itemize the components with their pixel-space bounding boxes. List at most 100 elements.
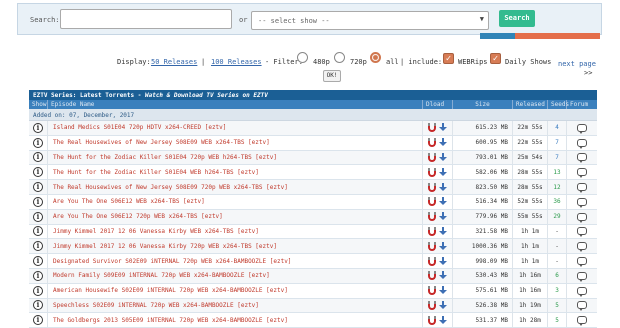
comment-icon[interactable]	[577, 153, 587, 164]
daily-shows-checkbox[interactable]: ✓	[490, 53, 501, 64]
info-icon[interactable]: i	[33, 256, 43, 267]
episode-name-link[interactable]: The Hunt for the Zodiac Killer S01E04 WE…	[48, 165, 423, 180]
radio-all[interactable]	[370, 52, 381, 63]
episode-name-link[interactable]: The Hunt for the Zodiac Killer S01E04 72…	[48, 150, 423, 165]
download-cell	[423, 135, 453, 150]
info-icon[interactable]: i	[33, 182, 43, 193]
webrips-checkbox[interactable]: ✓	[443, 53, 454, 64]
info-icon[interactable]: i	[33, 241, 43, 252]
released-cell: 55m 55s	[513, 209, 548, 224]
info-icon[interactable]: i	[33, 315, 43, 326]
res-720-label: 720p	[350, 58, 367, 66]
info-icon[interactable]: i	[33, 300, 43, 311]
header-seeds[interactable]: Seeds	[548, 100, 569, 109]
magnet-icon[interactable]	[428, 226, 436, 236]
magnet-icon[interactable]	[428, 315, 436, 325]
info-icon[interactable]: i	[33, 137, 43, 148]
download-icon[interactable]	[439, 226, 447, 236]
episode-name-link[interactable]: American Housewife S02E09 iNTERNAL 720p …	[48, 283, 423, 298]
show-select[interactable]: -- select show -- ▼	[251, 11, 489, 30]
episode-name-link[interactable]: Are You The One S06E12 WEB x264-TBS [ezt…	[48, 194, 423, 209]
episode-name-link[interactable]: The Real Housewives of New Jersey S08E09…	[48, 180, 423, 194]
episode-name-link[interactable]: Speechless S02E09 iNTERNAL 720p WEB x264…	[48, 298, 423, 313]
download-icon[interactable]	[439, 300, 447, 310]
magnet-icon[interactable]	[428, 286, 436, 296]
info-icon[interactable]: i	[33, 152, 43, 163]
show-select-value: -- select show --	[258, 17, 330, 25]
episode-name-link[interactable]: Designated Survivor S02E09 iNTERNAL 720p…	[48, 254, 423, 268]
display-100-link[interactable]: 100 Releases	[211, 58, 262, 66]
comment-icon[interactable]	[577, 212, 587, 223]
episode-name-link[interactable]: Are You The One S06E12 720p WEB x264-TBS…	[48, 209, 423, 224]
magnet-icon[interactable]	[428, 241, 436, 251]
info-icon[interactable]: i	[33, 196, 43, 207]
comment-icon[interactable]	[577, 316, 587, 327]
comment-icon[interactable]	[577, 257, 587, 268]
display-label: Display:	[117, 58, 151, 66]
download-icon[interactable]	[439, 241, 447, 251]
comment-icon[interactable]	[577, 242, 587, 253]
radio-720p[interactable]	[334, 52, 345, 63]
comment-icon[interactable]	[577, 183, 587, 194]
episode-name-link[interactable]: The Goldbergs 2013 S05E09 iNTERNAL 720p …	[48, 313, 423, 328]
header-released[interactable]: Released	[513, 100, 548, 109]
comment-icon[interactable]	[577, 271, 587, 282]
download-icon[interactable]	[439, 138, 447, 147]
comment-icon[interactable]	[577, 197, 587, 208]
tab-strip-secondary[interactable]	[515, 33, 600, 39]
magnet-icon[interactable]	[428, 256, 436, 266]
next-page-link[interactable]: next page	[558, 60, 596, 68]
download-icon[interactable]	[439, 152, 447, 162]
header-size[interactable]: Size	[453, 100, 513, 109]
radio-480p[interactable]	[297, 52, 308, 63]
magnet-icon[interactable]	[428, 212, 436, 222]
search-button[interactable]: Search	[499, 10, 535, 27]
magnet-icon[interactable]	[428, 182, 436, 192]
magnet-icon[interactable]	[428, 197, 436, 207]
magnet-icon[interactable]	[428, 167, 436, 177]
episode-name-link[interactable]: Jimmy Kimmel 2017 12 06 Vanessa Kirby WE…	[48, 224, 423, 239]
episode-name-link[interactable]: Island Medics S01E04 720p HDTV x264-CREE…	[48, 121, 423, 135]
episode-name-link[interactable]: Modern Family S09E09 iNTERNAL 720p WEB x…	[48, 268, 423, 283]
magnet-icon[interactable]	[428, 152, 436, 162]
magnet-icon[interactable]	[428, 271, 436, 281]
download-icon[interactable]	[439, 315, 447, 325]
info-icon[interactable]: i	[33, 285, 43, 296]
download-icon[interactable]	[439, 271, 447, 280]
display-50-link[interactable]: 50 Releases	[151, 58, 197, 66]
info-icon[interactable]: i	[33, 167, 43, 178]
download-icon[interactable]	[439, 197, 447, 206]
size-cell: 531.37 MB	[453, 313, 513, 328]
comment-icon[interactable]	[577, 138, 587, 149]
info-icon[interactable]: i	[33, 270, 43, 281]
next-arrows[interactable]: >>	[584, 69, 592, 77]
ok-button[interactable]: OK!	[323, 70, 341, 82]
episode-name-link[interactable]: Jimmy Kimmel 2017 12 06 Vanessa Kirby 72…	[48, 239, 423, 254]
download-icon[interactable]	[439, 256, 447, 266]
magnet-icon[interactable]	[428, 123, 436, 133]
download-icon[interactable]	[439, 212, 447, 221]
info-icon[interactable]: i	[33, 226, 43, 237]
header-name[interactable]: Episode Name	[48, 100, 423, 109]
magnet-icon[interactable]	[428, 138, 436, 148]
show-cell: i	[29, 180, 48, 194]
seeds-cell: 7	[548, 135, 567, 150]
comment-icon[interactable]	[577, 168, 587, 179]
episode-name-link[interactable]: The Real Housewives of New Jersey S08E09…	[48, 135, 423, 150]
search-input[interactable]	[60, 9, 232, 29]
download-icon[interactable]	[439, 182, 447, 192]
comment-icon[interactable]	[577, 227, 587, 238]
magnet-icon[interactable]	[428, 300, 436, 310]
download-icon[interactable]	[439, 167, 447, 177]
info-icon[interactable]: i	[33, 122, 43, 133]
header-show[interactable]: Show	[29, 100, 48, 109]
info-icon[interactable]: i	[33, 211, 43, 222]
seeds-cell: 5	[548, 298, 567, 313]
seeds-cell: 4	[548, 121, 567, 135]
comment-icon[interactable]	[577, 123, 587, 134]
comment-icon[interactable]	[577, 286, 587, 297]
table-row: i Jimmy Kimmel 2017 12 06 Vanessa Kirby 7…	[29, 239, 597, 255]
comment-icon[interactable]	[577, 301, 587, 312]
download-icon[interactable]	[439, 286, 447, 295]
download-icon[interactable]	[439, 123, 447, 132]
